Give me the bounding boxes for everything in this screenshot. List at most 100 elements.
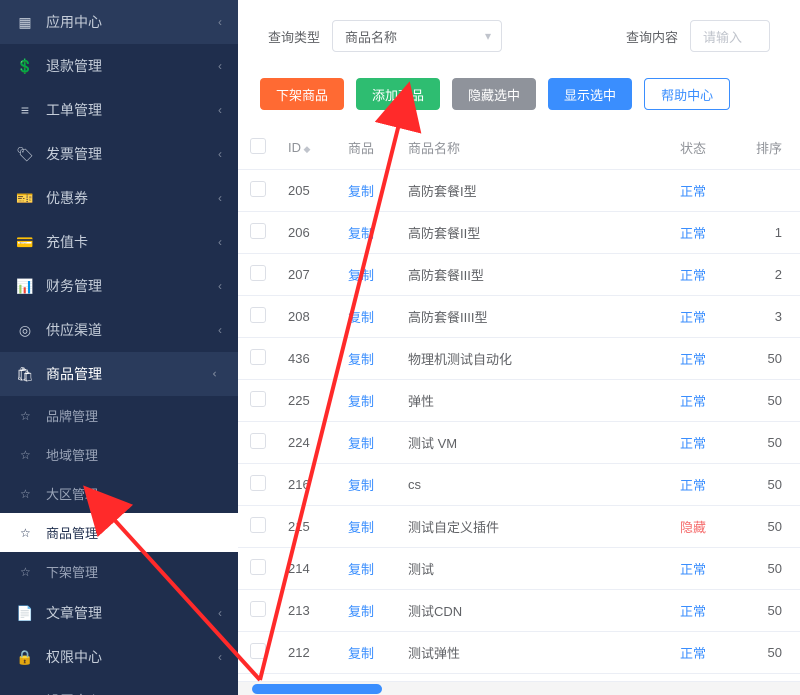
filter-content-input[interactable]: 请输入 [690, 20, 770, 52]
row-checkbox[interactable] [250, 517, 266, 533]
hide-button[interactable]: 隐藏选中 [452, 78, 536, 110]
nav-item-2[interactable]: ≡ 工单管理 ‹ [0, 88, 238, 132]
nav-item-5[interactable]: 💳 充值卡 ‹ [0, 220, 238, 264]
table-row: 224 复制 测试 VM 正常 50 [238, 422, 800, 464]
cell-name: 高防套餐I型 [398, 170, 670, 212]
sub-item-4[interactable]: ☆ 下架管理 [0, 552, 238, 591]
filter-content-label: 查询内容 [626, 27, 678, 46]
coupon-icon: 🎫 [16, 189, 34, 207]
row-checkbox[interactable] [250, 181, 266, 197]
cell-sort [740, 170, 800, 212]
offline-button[interactable]: 下架商品 [260, 78, 344, 110]
product-table: ID 商品 商品名称 状态 排序 205 复制 高防套餐I型 正常 206 复制… [238, 126, 800, 681]
cell-sort: 50 [740, 590, 800, 632]
copy-link[interactable]: 复制 [348, 226, 374, 241]
copy-link[interactable]: 复制 [348, 436, 374, 451]
nav-item-1[interactable]: 💲 退款管理 ‹ [0, 44, 238, 88]
cell-sort: 50 [740, 380, 800, 422]
copy-link[interactable]: 复制 [348, 520, 374, 535]
nav-item-3[interactable]: 🏷 发票管理 ‹ [0, 132, 238, 176]
filter-type-select[interactable]: 商品名称 [332, 20, 502, 52]
grid-icon: ▦ [16, 13, 34, 31]
copy-link[interactable]: 复制 [348, 562, 374, 577]
cell-sort: 50 [740, 338, 800, 380]
status-badge: 正常 [680, 268, 706, 283]
chevron-icon: ‹ [218, 191, 222, 205]
star-icon: ☆ [20, 448, 36, 462]
row-checkbox[interactable] [250, 307, 266, 323]
col-id[interactable]: ID [278, 126, 338, 170]
col-sort: 排序 [740, 126, 800, 170]
table-row: 212 复制 测试弹性 正常 50 [238, 632, 800, 674]
table-row: 206 复制 高防套餐II型 正常 1 [238, 212, 800, 254]
add-button[interactable]: 添加商品 [356, 78, 440, 110]
cell-sort: 3 [740, 296, 800, 338]
sidebar: ▦ 应用中心 ‹ 💲 退款管理 ‹ ≡ 工单管理 ‹ 🏷 发票管理 ‹ 🎫 优惠… [0, 0, 238, 695]
row-checkbox[interactable] [250, 475, 266, 491]
sub-item-3[interactable]: ☆ 商品管理 [0, 513, 238, 552]
sub-item-2[interactable]: ☆ 大区管理 [0, 474, 238, 513]
cell-id: 207 [278, 254, 338, 296]
cell-sort: 50 [740, 632, 800, 674]
cell-id: 205 [278, 170, 338, 212]
cell-name: 测试主机 [398, 674, 670, 682]
nav-item-a1[interactable]: 🔒 权限中心 ‹ [0, 635, 238, 679]
row-checkbox[interactable] [250, 601, 266, 617]
col-product: 商品 [338, 126, 398, 170]
cell-id: 215 [278, 506, 338, 548]
ring-icon: ◎ [16, 321, 34, 339]
copy-link[interactable]: 复制 [348, 310, 374, 325]
nav-item-0[interactable]: ▦ 应用中心 ‹ [0, 0, 238, 44]
table-row: 216 复制 cs 正常 50 [238, 464, 800, 506]
cell-sort: 50 [740, 464, 800, 506]
cell-sort: 2 [740, 254, 800, 296]
nav-item-4[interactable]: 🎫 优惠券 ‹ [0, 176, 238, 220]
row-checkbox[interactable] [250, 223, 266, 239]
row-checkbox[interactable] [250, 559, 266, 575]
chevron-icon: ‹ [218, 103, 222, 117]
copy-link[interactable]: 复制 [348, 184, 374, 199]
nav-label: 工单管理 [46, 100, 102, 120]
nav-item-products[interactable]: 🛍 商品管理 ⌄ [0, 352, 238, 396]
show-button[interactable]: 显示选中 [548, 78, 632, 110]
row-checkbox[interactable] [250, 391, 266, 407]
scrollbar-thumb[interactable] [252, 684, 382, 694]
main-content: 查询类型 商品名称 查询内容 请输入 下架商品 添加商品 隐藏选中 显示选中 帮… [238, 0, 800, 695]
star-icon: ☆ [20, 409, 36, 423]
table-row: 436 复制 物理机测试自动化 正常 50 [238, 338, 800, 380]
nav-item-6[interactable]: 📊 财务管理 ‹ [0, 264, 238, 308]
copy-link[interactable]: 复制 [348, 352, 374, 367]
copy-link[interactable]: 复制 [348, 604, 374, 619]
copy-link[interactable]: 复制 [348, 394, 374, 409]
status-badge: 正常 [680, 184, 706, 199]
filter-type-label: 查询类型 [268, 27, 320, 46]
nav-item-a2[interactable]: ⚙ 设置中心 ‹ [0, 679, 238, 695]
row-checkbox[interactable] [250, 433, 266, 449]
nav-label: 供应渠道 [46, 320, 102, 340]
cell-name: 测试自定义插件 [398, 506, 670, 548]
nav-label: 财务管理 [46, 276, 102, 296]
table-row: 207 复制 高防套餐III型 正常 2 [238, 254, 800, 296]
col-name: 商品名称 [398, 126, 670, 170]
table-row: 211 复制 测试主机 正常 50 [238, 674, 800, 682]
copy-link[interactable]: 复制 [348, 646, 374, 661]
table-row: 225 复制 弹性 正常 50 [238, 380, 800, 422]
help-button[interactable]: 帮助中心 [644, 78, 730, 110]
table-row: 214 复制 测试 正常 50 [238, 548, 800, 590]
cell-sort: 50 [740, 506, 800, 548]
copy-link[interactable]: 复制 [348, 268, 374, 283]
chevron-icon: ‹ [218, 279, 222, 293]
card-icon: 💳 [16, 233, 34, 251]
row-checkbox[interactable] [250, 265, 266, 281]
tag-icon: 🏷 [16, 145, 34, 163]
select-all-checkbox[interactable] [250, 138, 266, 154]
nav-item-a0[interactable]: 📄 文章管理 ‹ [0, 591, 238, 635]
nav-item-7[interactable]: ◎ 供应渠道 ‹ [0, 308, 238, 352]
bag-icon: 🛍 [16, 365, 34, 383]
copy-link[interactable]: 复制 [348, 478, 374, 493]
horizontal-scrollbar[interactable] [238, 681, 800, 695]
sub-item-1[interactable]: ☆ 地域管理 [0, 435, 238, 474]
sub-item-0[interactable]: ☆ 品牌管理 [0, 396, 238, 435]
row-checkbox[interactable] [250, 349, 266, 365]
row-checkbox[interactable] [250, 643, 266, 659]
